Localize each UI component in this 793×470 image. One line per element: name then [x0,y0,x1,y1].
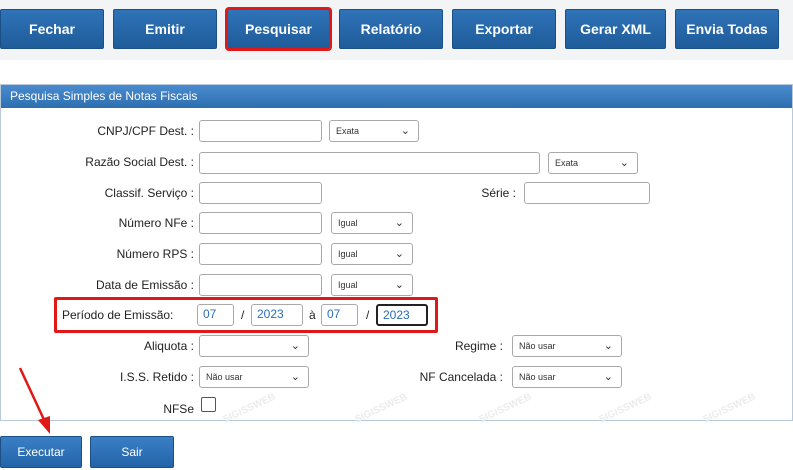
red-arrow-icon [18,367,50,434]
